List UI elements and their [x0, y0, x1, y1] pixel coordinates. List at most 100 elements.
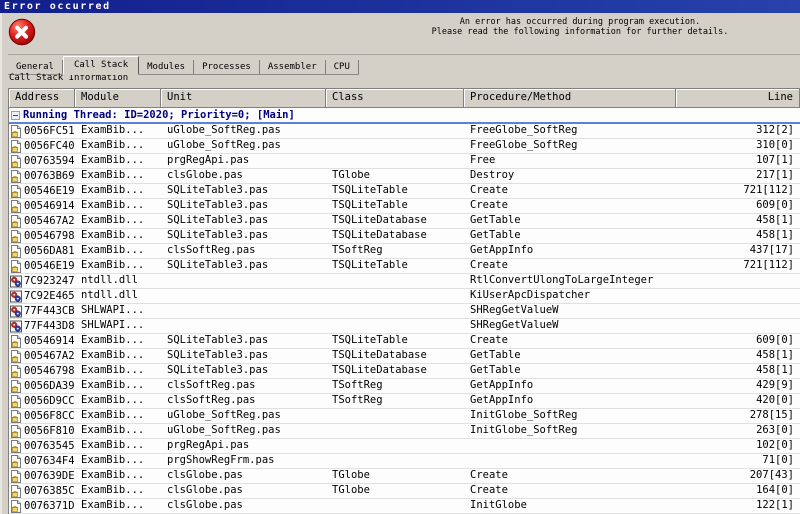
table-row[interactable]: 0056FC40 ExamBib... uGlobe_SoftReg.pas F… — [9, 139, 800, 154]
column-header-module[interactable]: Module — [75, 89, 161, 108]
tab-call-stack[interactable]: Call Stack — [62, 56, 140, 75]
procedure-cell: GetAppInfo — [470, 244, 534, 256]
line-cell — [676, 304, 800, 318]
tab-cpu[interactable]: CPU — [326, 60, 359, 74]
table-row[interactable]: 00763594 ExamBib... prgRegApi.pas Free 1… — [9, 154, 800, 169]
unit-cell: clsGlobe.pas — [167, 469, 243, 481]
table-row[interactable]: 005467A2 ExamBib... SQLiteTable3.pas TSQ… — [9, 349, 800, 364]
line-cell: 609[0] — [756, 334, 794, 346]
window-title-bar[interactable]: Error occurred — [0, 0, 800, 13]
column-header-procedure[interactable]: Procedure/Method — [464, 89, 676, 108]
column-header-unit[interactable]: Unit — [161, 89, 326, 108]
line-cell: 458[1] — [756, 229, 794, 241]
unit-cell — [161, 274, 326, 288]
procedure-cell: Destroy — [470, 169, 515, 181]
class-cell — [326, 139, 464, 153]
line-cell: 310[0] — [756, 139, 794, 151]
module-cell: ExamBib... — [81, 394, 145, 406]
table-row[interactable]: 0056F810 ExamBib... uGlobe_SoftReg.pas I… — [9, 424, 800, 439]
class-cell: TGlobe — [332, 469, 370, 481]
column-header-class[interactable]: Class — [326, 89, 464, 108]
class-cell: TGlobe — [332, 484, 370, 496]
unit-cell: uGlobe_SoftReg.pas — [167, 124, 281, 136]
unit-cell: clsSoftReg.pas — [167, 244, 256, 256]
unit-cell: uGlobe_SoftReg.pas — [167, 139, 281, 151]
procedure-cell — [464, 439, 676, 453]
address-cell: 0076385C — [9, 484, 75, 498]
unit-icon — [10, 124, 22, 138]
unit-cell — [161, 319, 326, 333]
tab-processes[interactable]: Processes — [194, 60, 260, 74]
unit-icon — [10, 199, 22, 213]
address-value: 0076371D — [24, 499, 75, 512]
class-cell — [326, 274, 464, 288]
table-row[interactable]: 0056DA81 ExamBib... clsSoftReg.pas TSoft… — [9, 244, 800, 259]
procedure-cell: KiUserApcDispatcher — [470, 289, 591, 301]
table-row[interactable]: 00763545 ExamBib... prgRegApi.pas 102[0] — [9, 439, 800, 454]
class-cell — [326, 154, 464, 168]
unit-cell: clsGlobe.pas — [167, 484, 243, 496]
address-cell: 7C923247 — [9, 274, 75, 288]
address-cell: 00763545 — [9, 439, 75, 453]
address-value: 00763545 — [24, 439, 75, 452]
table-row[interactable]: 0056DA39 ExamBib... clsSoftReg.pas TSoft… — [9, 379, 800, 394]
table-row[interactable]: 007639DE ExamBib... clsGlobe.pas TGlobe … — [9, 469, 800, 484]
procedure-cell: Create — [470, 469, 508, 481]
unit-icon — [10, 484, 22, 498]
procedure-cell: GetTable — [470, 214, 521, 226]
unit-icon — [10, 334, 22, 348]
module-cell: ntdll.dll — [81, 274, 138, 286]
column-header-address[interactable]: Address — [9, 89, 75, 108]
table-row[interactable]: 0076371D ExamBib... clsGlobe.pas InitGlo… — [9, 499, 800, 514]
tab-general[interactable]: General — [8, 60, 63, 74]
table-row[interactable]: 007634F4 ExamBib... prgShowRegFrm.pas 71… — [9, 454, 800, 469]
table-row[interactable]: 0076385C ExamBib... clsGlobe.pas TGlobe … — [9, 484, 800, 499]
unit-cell: SQLiteTable3.pas — [167, 349, 269, 361]
unit-cell: SQLiteTable3.pas — [167, 229, 269, 241]
collapse-icon[interactable] — [11, 110, 20, 120]
address-cell: 77F443CB — [9, 304, 75, 318]
procedure-cell: FreeGlobe_SoftReg — [470, 139, 578, 151]
procedure-cell: GetTable — [470, 364, 521, 376]
table-row[interactable]: 00763B69 ExamBib... clsGlobe.pas TGlobe … — [9, 169, 800, 184]
class-cell: TSQLiteTable — [332, 334, 408, 346]
unit-cell: SQLiteTable3.pas — [167, 184, 269, 196]
unit-cell: SQLiteTable3.pas — [167, 334, 269, 346]
tab-modules[interactable]: Modules — [139, 60, 195, 74]
table-row[interactable]: 77F443CB SHLWAPI... SHRegGetValueW — [9, 304, 800, 319]
table-row[interactable]: 00546798 ExamBib... SQLiteTable3.pas TSQ… — [9, 229, 800, 244]
thread-group-row[interactable]: Running Thread: ID=2020; Priority=0; [Ma… — [9, 108, 800, 124]
table-row[interactable]: 7C92E465 ntdll.dll KiUserApcDispatcher — [9, 289, 800, 304]
table-row[interactable]: 00546E19 ExamBib... SQLiteTable3.pas TSQ… — [9, 184, 800, 199]
procedure-cell: GetAppInfo — [470, 394, 534, 406]
module-cell: ExamBib... — [81, 229, 145, 241]
error-icon — [8, 18, 36, 46]
unit-icon — [10, 394, 22, 408]
class-cell: TSoftReg — [332, 244, 383, 256]
grid-body: 0056FC51 ExamBib... uGlobe_SoftReg.pas F… — [9, 124, 800, 514]
table-row[interactable]: 0056FC51 ExamBib... uGlobe_SoftReg.pas F… — [9, 124, 800, 139]
table-row[interactable]: 0056D9CC ExamBib... clsSoftReg.pas TSoft… — [9, 394, 800, 409]
table-row[interactable]: 00546914 ExamBib... SQLiteTable3.pas TSQ… — [9, 334, 800, 349]
table-row[interactable]: 005467A2 ExamBib... SQLiteTable3.pas TSQ… — [9, 214, 800, 229]
unit-icon — [10, 169, 22, 183]
table-row[interactable]: 77F443D8 SHLWAPI... SHRegGetValueW — [9, 319, 800, 334]
table-row[interactable]: 00546798 ExamBib... SQLiteTable3.pas TSQ… — [9, 364, 800, 379]
class-cell: TGlobe — [332, 169, 370, 181]
table-row[interactable]: 00546914 ExamBib... SQLiteTable3.pas TSQ… — [9, 199, 800, 214]
call-stack-grid: Address Module Unit Class Procedure/Meth… — [8, 88, 800, 514]
column-header-line[interactable]: Line — [676, 89, 800, 108]
tab-assembler[interactable]: Assembler — [260, 60, 326, 74]
unit-icon — [10, 244, 22, 258]
table-row[interactable]: 7C923247 ntdll.dll RtlConvertUlongToLarg… — [9, 274, 800, 289]
module-cell: ExamBib... — [81, 349, 145, 361]
unit-cell: clsSoftReg.pas — [167, 394, 256, 406]
address-value: 00546798 — [24, 229, 75, 242]
thread-group-label: Running Thread: ID=2020; Priority=0; [Ma… — [23, 109, 295, 121]
table-row[interactable]: 00546E19 ExamBib... SQLiteTable3.pas TSQ… — [9, 259, 800, 274]
procedure-cell: Create — [470, 259, 508, 271]
table-row[interactable]: 0056F8CC ExamBib... uGlobe_SoftReg.pas I… — [9, 409, 800, 424]
line-cell: 458[1] — [756, 349, 794, 361]
procedure-cell: Create — [470, 199, 508, 211]
procedure-cell: GetTable — [470, 229, 521, 241]
